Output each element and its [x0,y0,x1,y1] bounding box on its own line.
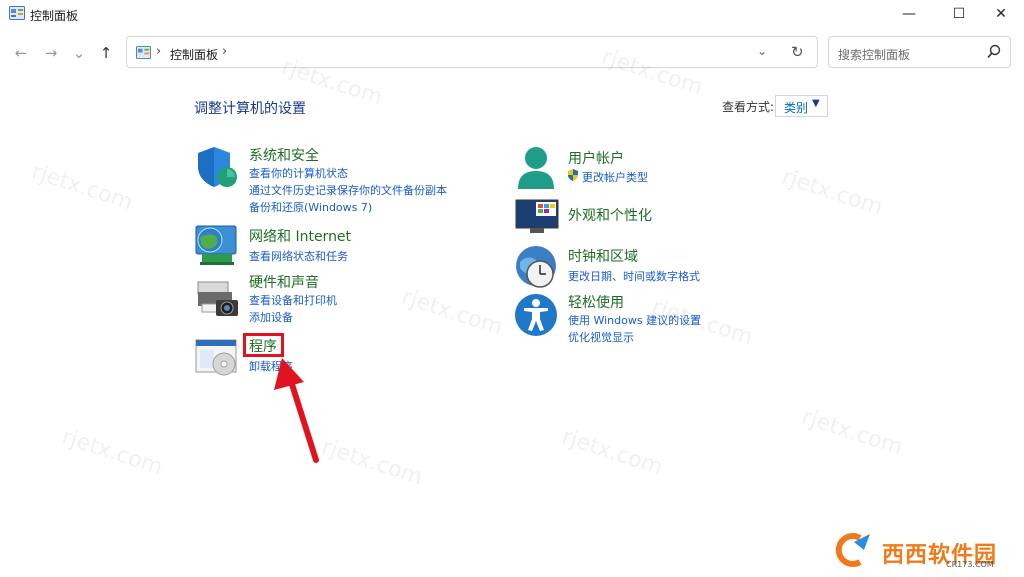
annotation-arrow-icon [274,358,319,463]
link-optimize-visual-display[interactable]: 优化视觉显示 [568,329,634,345]
link-view-network-status[interactable]: 查看网络状态和任务 [249,248,348,264]
address-dropdown-icon[interactable]: ⌄ [757,44,767,58]
network-globe-icon[interactable] [194,222,240,266]
breadcrumb-separator-icon[interactable]: › [156,44,161,59]
category-title-clock-region[interactable]: 时钟和区域 [568,246,638,266]
link-file-history-backup[interactable]: 通过文件历史记录保存你的文件备份副本 [249,182,447,198]
clock-globe-icon[interactable] [514,244,560,290]
view-by-dropdown[interactable]: 类别 ▼ [775,95,828,117]
printer-camera-icon[interactable] [196,278,242,320]
dropdown-arrow-icon: ▼ [812,98,820,109]
search-input[interactable]: 搜索控制面板 [828,36,1011,68]
watermark: rjetx.com [798,404,906,461]
link-view-devices-printers[interactable]: 查看设备和打印机 [249,292,337,308]
link-add-device[interactable]: 添加设备 [249,309,293,325]
view-by-value: 类别 [784,101,809,115]
chevron-down-icon: ⌄ [72,44,86,62]
up-button[interactable]: ↑ [95,42,117,64]
navigation-bar: ← → ⌄ ↑ › 控制面板 › ⌄ ↻ 搜索控制面板 [0,36,1024,70]
watermark: rjetx.com [778,164,886,221]
highlight-box [243,333,284,357]
watermark: rjetx.com [58,424,166,481]
link-view-computer-status[interactable]: 查看你的计算机状态 [249,165,348,181]
control-panel-app-icon [9,6,25,20]
watermark: rjetx.com [398,284,506,341]
forward-arrow-icon: → [44,44,58,62]
view-by-label: 查看方式: [722,100,775,114]
maximize-icon: ☐ [952,6,966,22]
link-use-windows-recommended[interactable]: 使用 Windows 建议的设置 [568,312,701,328]
uac-shield-icon [568,169,578,181]
search-placeholder: 搜索控制面板 [838,48,911,62]
address-bar[interactable]: › 控制面板 › ⌄ ↻ [126,36,818,68]
link-backup-restore[interactable]: 备份和还原(Windows 7) [249,199,372,215]
forward-button[interactable]: → [40,42,62,64]
page-title: 调整计算机的设置 [194,101,306,117]
brand-watermark: 西西软件园 CR173.COM [830,530,1020,570]
category-title-user-accounts[interactable]: 用户帐户 [568,148,624,168]
watermark: rjetx.com [558,424,666,481]
watermark: rjetx.com [318,434,426,491]
accessibility-icon[interactable] [514,293,558,337]
link-change-account-type[interactable]: 更改帐户类型 [582,169,648,185]
refresh-icon[interactable]: ↻ [791,43,804,61]
programs-icon[interactable] [194,338,240,378]
brand-sub: CR173.COM [946,560,994,569]
maximize-button[interactable]: ☐ [936,0,982,28]
breadcrumb-separator-icon[interactable]: › [222,44,227,59]
window-title: 控制面板 [30,9,79,23]
category-title-network-internet[interactable]: 网络和 Internet [249,226,351,246]
appearance-monitor-icon[interactable] [514,196,560,236]
close-button[interactable]: ✕ [978,0,1024,28]
category-title-ease-of-access[interactable]: 轻松使用 [568,292,624,312]
link-change-date-time-format[interactable]: 更改日期、时间或数字格式 [568,268,700,284]
minimize-button[interactable]: — [886,0,932,28]
back-button[interactable]: ← [10,42,32,64]
back-arrow-icon: ← [14,44,28,62]
recent-locations-button[interactable]: ⌄ [68,42,90,64]
breadcrumb-control-panel[interactable]: 控制面板 [170,46,218,63]
up-arrow-icon: ↑ [99,44,113,62]
control-panel-icon [136,46,151,59]
brand-logo-icon [835,533,870,567]
minimize-icon: — [902,6,916,22]
category-title-appearance[interactable]: 外观和个性化 [568,205,652,225]
title-bar: 控制面板 — ☐ ✕ [0,0,1024,28]
search-icon[interactable] [987,44,1001,60]
shield-icon[interactable] [196,145,238,189]
category-title-system-security[interactable]: 系统和安全 [249,145,319,165]
watermark: rjetx.com [28,159,136,216]
close-icon: ✕ [995,6,1007,22]
user-icon[interactable] [514,145,558,191]
category-title-hardware-sound[interactable]: 硬件和声音 [249,272,319,292]
